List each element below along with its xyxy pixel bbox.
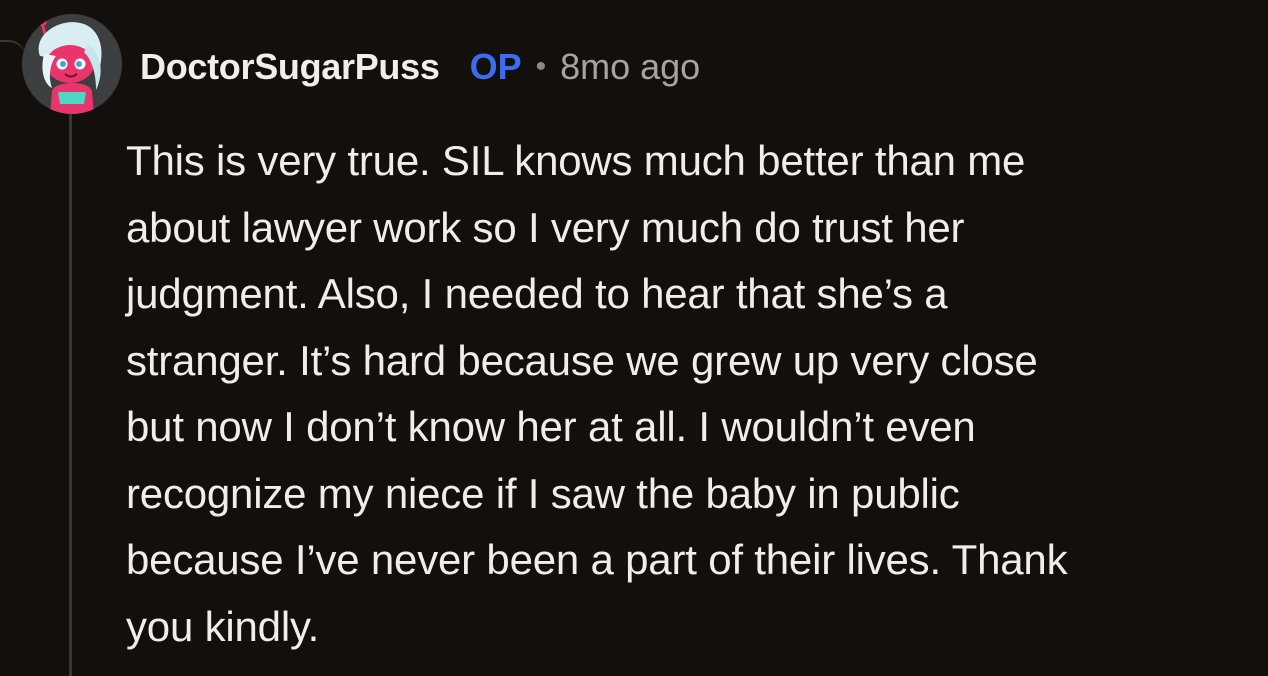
comment-body-line: stranger. It’s hard because we grew up v… bbox=[126, 336, 1038, 384]
thread-line[interactable] bbox=[69, 112, 72, 676]
user-avatar[interactable] bbox=[22, 14, 122, 114]
comment-body-line: This is very true. SIL knows much better… bbox=[126, 137, 1026, 184]
comment-body-line: judgment. Also, I needed to hear that sh… bbox=[126, 270, 948, 317]
comment-container: DoctorSugarPuss OP • 8mo ago This is ver… bbox=[0, 0, 1268, 676]
username-link[interactable]: DoctorSugarPuss bbox=[140, 46, 440, 88]
comment-body-line: you kindly. bbox=[126, 602, 320, 650]
comment-body-line: recognize my niece if I saw the baby in … bbox=[126, 469, 960, 517]
comment-header: DoctorSugarPuss OP • 8mo ago bbox=[140, 43, 700, 91]
comment-body: This is very true. SIL knows much better… bbox=[126, 128, 1256, 660]
comment-timestamp[interactable]: 8mo ago bbox=[560, 46, 700, 88]
comment-body-line: but now I don’t know her at all. I would… bbox=[126, 403, 976, 450]
snoo-avatar-pink-icon bbox=[22, 14, 122, 114]
op-badge: OP bbox=[469, 46, 522, 87]
separator-dot: • bbox=[535, 50, 547, 83]
comment-body-line: about lawyer work so I very much do trus… bbox=[126, 203, 965, 251]
comment-body-line: because I’ve never been a part of their … bbox=[126, 536, 1068, 583]
